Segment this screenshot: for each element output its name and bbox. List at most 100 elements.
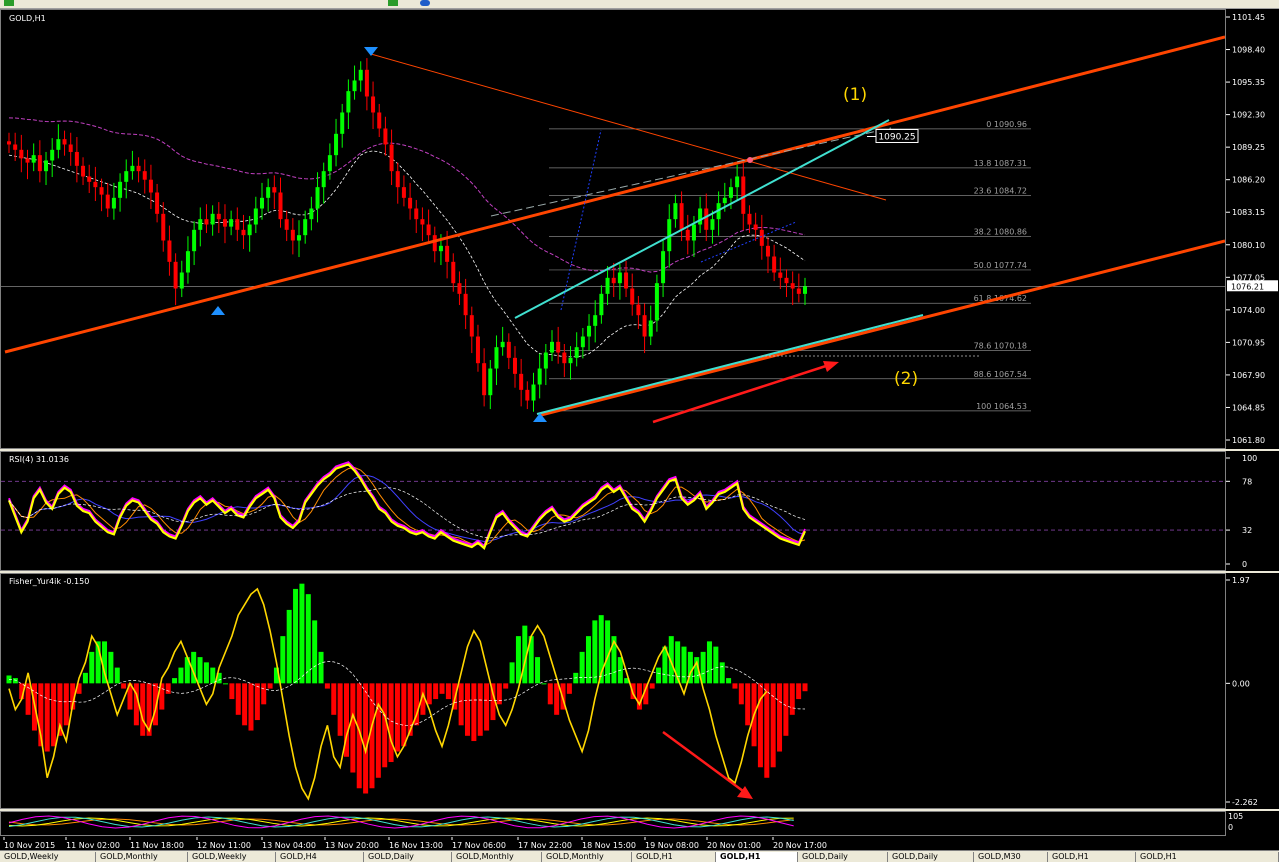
candle-body <box>229 219 234 227</box>
fisher-histogram-bar <box>656 667 662 684</box>
time-tick-label: 17 Nov 22:00 <box>518 841 572 850</box>
fisher-histogram-bar <box>197 657 203 684</box>
candle-body <box>661 251 666 284</box>
fisher-histogram-bar <box>89 651 95 684</box>
fisher-tick-label: 0.00 <box>1232 679 1250 688</box>
candle-body <box>136 165 141 172</box>
fisher-title: Fisher_Yur4ik -0.150 <box>9 577 90 586</box>
fib-label: 23.6 1084.72 <box>974 186 1027 195</box>
fib-label: 0 1090.96 <box>986 120 1027 129</box>
small-indicator-panel <box>0 811 1226 836</box>
candle-body <box>685 229 690 241</box>
globe-icon[interactable] <box>420 0 430 6</box>
price-tick-label: 1080.10 <box>1232 241 1265 250</box>
candle-body <box>247 224 252 236</box>
fisher-histogram-bar <box>764 683 770 778</box>
candle-body <box>679 203 684 230</box>
candle-body <box>290 229 295 241</box>
rsi-slow-ma-line <box>8 474 806 543</box>
fisher-histogram-bar <box>229 683 235 700</box>
candle-body <box>451 261 456 284</box>
candle-body <box>222 219 227 227</box>
candle-body <box>327 155 332 172</box>
fisher-histogram-bar <box>312 620 318 684</box>
rsi-line <box>7 463 807 550</box>
rsi-chart <box>1 461 1225 550</box>
fisher-histogram-bar <box>706 641 712 684</box>
fisher-histogram-bar <box>114 667 120 684</box>
price-tick-label: 1074.00 <box>1232 306 1265 315</box>
fib-label: 38.2 1080.86 <box>974 228 1027 237</box>
candle-body <box>192 229 197 252</box>
price-tick-label: 1092.30 <box>1232 111 1265 120</box>
fisher-tick-label: 1.97 <box>1232 576 1250 585</box>
candle-body <box>44 160 49 172</box>
fisher-histogram-bar <box>592 620 598 684</box>
fisher-tick-label: -2.262 <box>1232 798 1258 807</box>
fisher-histogram-bar <box>44 683 50 752</box>
fisher-histogram-bar <box>337 683 343 736</box>
candle-body <box>401 187 406 198</box>
fisher-histogram-bar <box>261 683 267 705</box>
candle-body <box>611 277 616 284</box>
time-tick-label: 12 Nov 11:00 <box>197 841 251 850</box>
time-axis-svg: 10 Nov 2015 11 Nov 02:00 11 Nov 18:00 12 No… <box>3 837 827 850</box>
candle-body <box>778 272 783 278</box>
candle-body <box>599 293 604 316</box>
small-scale: 105 0 <box>1226 811 1279 836</box>
candle-body <box>87 176 92 182</box>
candle-body <box>358 69 363 81</box>
candle-body <box>216 213 221 220</box>
fisher-histogram-bar <box>783 683 789 736</box>
fisher-histogram-bar <box>426 683 432 705</box>
candle-body <box>704 208 709 230</box>
candle-body <box>93 181 98 188</box>
candle-body <box>482 363 487 396</box>
candle-body <box>500 341 505 348</box>
candle-body <box>722 197 727 204</box>
price-tick-label: 1067.90 <box>1232 371 1265 380</box>
toolbar <box>0 0 1279 9</box>
candle-body <box>445 245 450 262</box>
new-chart-icon[interactable] <box>4 0 14 6</box>
candle-body <box>463 293 468 316</box>
blue-dotted-line-b <box>700 221 797 263</box>
time-tick-label: 20 Nov 01:00 <box>707 841 761 850</box>
annotation-label: (2) <box>894 369 918 389</box>
candle-body <box>506 341 511 358</box>
add-icon[interactable] <box>388 0 398 6</box>
candle-body <box>519 373 524 390</box>
price-axis: 1101.45 1098.40 1095.35 1092.30 1089.25 1086.… <box>1226 13 1278 445</box>
candle-body <box>642 315 647 337</box>
price-tick-label: 1095.35 <box>1232 78 1265 87</box>
rsi-tick-label: 32 <box>1242 526 1252 535</box>
time-axis: 10 Nov 2015 11 Nov 02:00 11 Nov 18:00 12 No… <box>0 836 1279 850</box>
candle-body <box>580 336 585 348</box>
fib-label: 13.8 1087.31 <box>974 159 1027 168</box>
fisher-histogram-bar <box>458 683 464 726</box>
fisher-histogram-bar <box>464 683 470 736</box>
candle-body <box>747 213 752 225</box>
candle-body <box>759 229 764 246</box>
candle-body <box>148 179 153 193</box>
candle-body <box>142 171 147 180</box>
candle-body <box>155 192 160 214</box>
candle-body <box>173 261 178 289</box>
price-tick-label: 1101.45 <box>1232 13 1265 22</box>
fisher-histogram-bar <box>477 683 483 736</box>
fisher-histogram-bar <box>324 683 330 689</box>
pivot-marker <box>747 157 753 163</box>
chart-tabs: GOLD,Weekly GOLD,Monthly GOLD,Weekly GOLD,H… <box>0 850 1279 862</box>
fisher-histogram-bar <box>585 636 591 684</box>
candle-body <box>81 165 86 177</box>
candle-body <box>784 277 789 284</box>
fisher-histogram-bar <box>401 683 407 747</box>
fisher-histogram-bar <box>121 683 127 689</box>
candle-body <box>432 235 437 252</box>
candle-body <box>334 133 339 156</box>
fisher-histogram-bar <box>445 683 451 700</box>
fib-label: 88.6 1067.54 <box>974 370 1027 379</box>
rsi-tick-label: 78 <box>1242 477 1252 486</box>
fisher-histogram-bar <box>165 683 171 694</box>
annotation-label: (1) <box>843 85 867 105</box>
